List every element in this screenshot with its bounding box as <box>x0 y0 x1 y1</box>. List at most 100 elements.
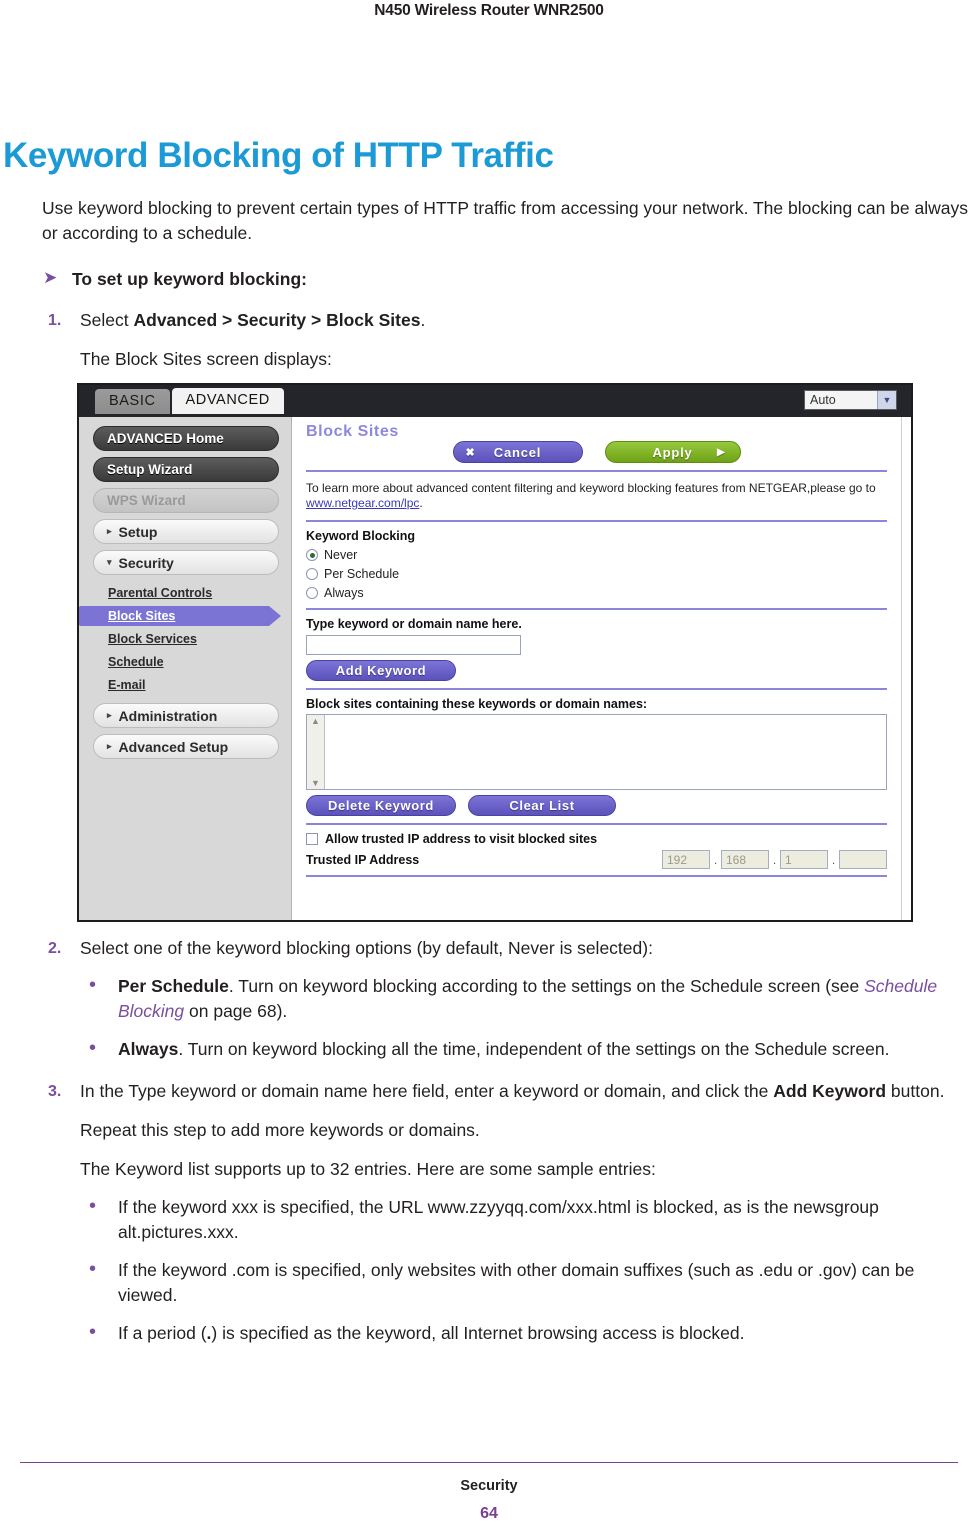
cancel-button[interactable]: ✖ Cancel <box>452 441 583 463</box>
sidebar-item-advanced-home[interactable]: ADVANCED Home <box>93 426 279 451</box>
allow-trusted-ip-label: Allow trusted IP address to visit blocke… <box>325 832 598 846</box>
list-scrollbar[interactable]: ▲ ▼ <box>307 715 325 789</box>
apply-button[interactable]: Apply ▶ <box>604 441 741 463</box>
keyword-blocking-label: Keyword Blocking <box>306 529 416 543</box>
apply-button-label: Apply <box>652 444 693 460</box>
clear-list-button-label: Clear List <box>509 798 575 813</box>
router-ui-screenshot: BASIC ADVANCED Auto ▼ ADVANCED Home Setu… <box>77 383 913 922</box>
sidebar-label-wps-wizard: WPS Wizard <box>107 493 186 508</box>
radio-option-never[interactable]: Never <box>306 548 887 562</box>
step-2-text: Select one of the keyword blocking optio… <box>80 938 653 958</box>
bullet-icon: • <box>89 1321 97 1343</box>
bullet-icon: • <box>89 1258 97 1280</box>
ip-separator-1: . <box>713 852 718 867</box>
sidebar-item-block-services[interactable]: Block Services <box>79 629 291 649</box>
sample-entry-1: • If the keyword xxx is specified, the U… <box>80 1195 972 1245</box>
sidebar-item-security[interactable]: ▾ Security <box>93 550 279 575</box>
step-1-prefix: Select <box>80 310 134 330</box>
per-schedule-term: Per Schedule <box>118 976 229 996</box>
divider-1 <box>306 470 887 472</box>
router-topbar: BASIC ADVANCED Auto ▼ <box>79 385 911 417</box>
step-1-suffix: . <box>420 310 426 330</box>
add-keyword-button[interactable]: Add Keyword <box>306 660 456 681</box>
footer-chapter: Security <box>460 1478 518 1494</box>
sidebar-item-email[interactable]: E-mail <box>79 675 291 695</box>
language-select[interactable]: Auto ▼ <box>804 390 897 410</box>
radio-option-per-schedule[interactable]: Per Schedule <box>306 567 887 581</box>
sample-entry-3-post: ) is specified as the keyword, all Inter… <box>211 1323 745 1343</box>
scroll-up-icon[interactable]: ▲ <box>311 716 320 726</box>
sample-entry-1-text: If the keyword xxx is specified, the URL… <box>118 1197 879 1242</box>
sidebar-item-parental-controls[interactable]: Parental Controls <box>79 583 291 603</box>
sidebar-item-administration[interactable]: ▸ Administration <box>93 703 279 728</box>
footer-page-number: 64 <box>480 1505 498 1522</box>
document-body: Use keyword blocking to prevent certain … <box>42 196 972 372</box>
radio-icon-per-schedule[interactable] <box>306 568 318 580</box>
scroll-down-icon[interactable]: ▼ <box>311 778 320 788</box>
radio-label-always: Always <box>324 586 364 600</box>
sidebar-label-parental-controls: Parental Controls <box>108 586 213 600</box>
sidebar-label-email: E-mail <box>108 678 146 692</box>
sidebar-label-schedule: Schedule <box>108 655 164 669</box>
add-keyword-term: Add Keyword <box>773 1081 887 1101</box>
blocked-keywords-label: Block sites containing these keywords or… <box>306 697 648 711</box>
radio-label-never: Never <box>324 548 358 562</box>
sidebar-subnav-security: Parental Controls Block Sites Block Serv… <box>79 583 291 695</box>
radio-label-per-schedule: Per Schedule <box>324 567 400 581</box>
tab-advanced[interactable]: ADVANCED <box>171 388 284 414</box>
procedure-heading-text: To set up keyword blocking: <box>72 269 307 289</box>
checkbox-icon-allow-trusted-ip[interactable] <box>306 833 318 845</box>
always-term: Always <box>118 1039 179 1059</box>
sidebar-item-schedule[interactable]: Schedule <box>79 652 291 672</box>
step-2-number: 2. <box>48 940 62 957</box>
step-2-bullet-per-schedule: • Per Schedule. Turn on keyword blocking… <box>80 974 972 1024</box>
trusted-ip-octet-3[interactable]: 1 <box>780 850 828 869</box>
bullet-icon: • <box>89 1195 97 1217</box>
sidebar-label-block-sites: Block Sites <box>108 609 176 623</box>
clear-list-button[interactable]: Clear List <box>468 795 616 816</box>
sidebar-item-wps-wizard[interactable]: WPS Wizard <box>93 488 279 513</box>
sidebar-item-block-sites[interactable]: Block Sites <box>79 606 281 626</box>
bullet-icon: • <box>89 1037 97 1059</box>
trusted-ip-row: Trusted IP Address 192 . 168 . 1 . <box>306 850 887 869</box>
radio-option-always[interactable]: Always <box>306 586 887 600</box>
sidebar-label-administration: Administration <box>118 707 218 724</box>
panel-action-buttons: ✖ Cancel Apply ▶ <box>306 441 887 463</box>
sidebar-item-advanced-setup[interactable]: ▸ Advanced Setup <box>93 734 279 759</box>
chevron-right-icon-advanced-setup: ▸ <box>107 741 112 751</box>
trusted-ip-octet-2[interactable]: 168 <box>721 850 769 869</box>
chevron-right-icon: ▸ <box>107 526 112 536</box>
page-title: Keyword Blocking of HTTP Traffic <box>3 136 554 176</box>
divider-3 <box>306 608 887 610</box>
radio-icon-always[interactable] <box>306 587 318 599</box>
trusted-ip-octet-1[interactable]: 192 <box>662 850 710 869</box>
step-3-suffix: button. <box>886 1081 945 1101</box>
step-2-bullet-always: • Always. Turn on keyword blocking all t… <box>80 1037 972 1062</box>
delete-keyword-button-label: Delete Keyword <box>328 798 434 813</box>
sidebar-label-advanced-setup: Advanced Setup <box>118 738 229 755</box>
tab-basic[interactable]: BASIC <box>95 389 170 414</box>
divider-2 <box>306 520 887 522</box>
close-icon: ✖ <box>465 446 476 459</box>
document-body-lower: 2. Select one of the keyword blocking op… <box>42 936 972 1346</box>
bullet-icon: • <box>89 974 97 996</box>
sidebar-label-advanced-home: ADVANCED Home <box>107 431 224 446</box>
step-3-number: 3. <box>48 1083 62 1100</box>
arrow-right-icon-apply: ▶ <box>717 446 726 458</box>
keyword-input[interactable] <box>306 635 521 655</box>
running-head: N450 Wireless Router WNR2500 <box>374 2 604 19</box>
allow-trusted-ip-row[interactable]: Allow trusted IP address to visit blocke… <box>306 832 887 846</box>
sidebar-item-setup-wizard[interactable]: Setup Wizard <box>93 457 279 482</box>
add-keyword-button-label: Add Keyword <box>335 663 427 678</box>
blocked-keywords-list[interactable]: ▲ ▼ <box>306 714 887 790</box>
router-main-panel: Block Sites ✖ Cancel Apply ▶ To learn mo… <box>292 417 902 920</box>
per-schedule-desc: . Turn on keyword blocking according to … <box>228 976 865 996</box>
step-1: 1. Select Advanced > Security > Block Si… <box>42 308 972 333</box>
radio-icon-never[interactable] <box>306 549 318 561</box>
sidebar-item-setup[interactable]: ▸ Setup <box>93 519 279 544</box>
delete-keyword-button[interactable]: Delete Keyword <box>306 795 456 816</box>
netgear-lpc-link[interactable]: www.netgear.com/lpc <box>306 496 419 510</box>
list-action-buttons: Delete Keyword Clear List <box>306 795 887 816</box>
help-text-tail: . <box>419 496 423 510</box>
trusted-ip-octet-4[interactable] <box>839 850 887 869</box>
